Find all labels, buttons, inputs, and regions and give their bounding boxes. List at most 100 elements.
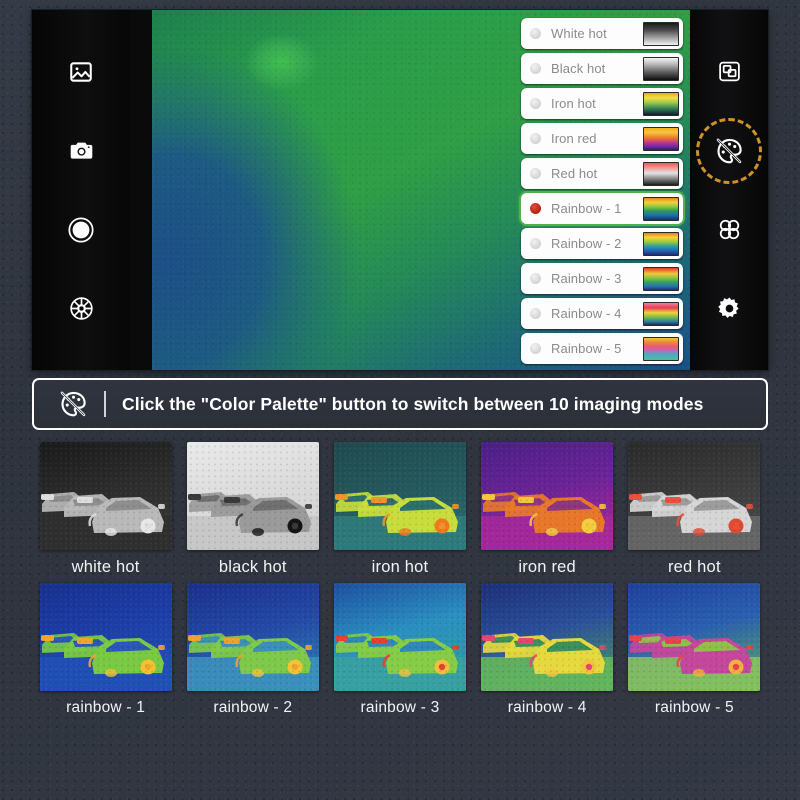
color-palette-icon[interactable] bbox=[696, 117, 762, 184]
viewport-letterbox bbox=[130, 10, 152, 370]
imaging-mode-cell[interactable]: rainbow - 3 bbox=[326, 583, 473, 717]
color-palette-menu: White hot Black hot Iron hot Iron red Red ho… bbox=[521, 18, 683, 364]
thumbnail-noise bbox=[481, 442, 614, 550]
thumbnail-noise bbox=[628, 442, 761, 550]
palette-option-label: Rainbow - 3 bbox=[551, 271, 622, 286]
palette-option[interactable]: Rainbow - 3 bbox=[521, 263, 683, 294]
palette-radio[interactable] bbox=[530, 238, 541, 249]
imaging-mode-row: white hot black hot iron hot iron red re… bbox=[32, 442, 768, 577]
palette-radio[interactable] bbox=[530, 273, 541, 284]
right-toolbar bbox=[690, 10, 768, 370]
imaging-mode-caption: rainbow - 2 bbox=[213, 699, 293, 716]
palette-swatch bbox=[643, 301, 679, 326]
instruction-banner: Click the "Color Palette" button to swit… bbox=[32, 378, 768, 430]
thermal-camera-screen: White hot Black hot Iron hot Iron red Red ho… bbox=[32, 10, 768, 370]
thumbnail-noise bbox=[186, 583, 319, 691]
imaging-mode-cell[interactable]: black hot bbox=[179, 442, 326, 577]
imaging-mode-thumbnail[interactable] bbox=[186, 583, 319, 691]
palette-option-label: Rainbow - 2 bbox=[551, 236, 622, 251]
left-toolbar bbox=[32, 10, 130, 370]
imaging-mode-thumbnail[interactable] bbox=[39, 583, 172, 691]
imaging-mode-caption: rainbow - 1 bbox=[66, 699, 146, 716]
palette-option[interactable]: White hot bbox=[521, 18, 683, 49]
palette-swatch bbox=[643, 231, 679, 256]
palette-option-label: Iron red bbox=[551, 131, 597, 146]
palette-radio[interactable] bbox=[530, 133, 541, 144]
palette-option-label: Iron hot bbox=[551, 96, 596, 111]
palette-radio[interactable] bbox=[530, 308, 541, 319]
thumbnail-noise bbox=[333, 583, 466, 691]
highlight-ring bbox=[696, 117, 762, 184]
palette-radio[interactable] bbox=[530, 28, 541, 39]
imaging-mode-cell[interactable]: red hot bbox=[621, 442, 768, 577]
imaging-mode-caption: iron red bbox=[518, 558, 576, 576]
palette-option-label: Rainbow - 1 bbox=[551, 201, 622, 216]
thumbnail-noise bbox=[628, 583, 761, 691]
palette-swatch bbox=[643, 196, 679, 221]
imaging-mode-cell[interactable]: rainbow - 2 bbox=[179, 583, 326, 717]
imaging-mode-thumbnail[interactable] bbox=[186, 442, 319, 550]
thumbnail-noise bbox=[39, 583, 172, 691]
palette-swatch bbox=[643, 266, 679, 291]
palette-swatch bbox=[643, 56, 679, 81]
imaging-mode-cell[interactable]: rainbow - 1 bbox=[32, 583, 179, 717]
palette-option[interactable]: Black hot bbox=[521, 53, 683, 84]
gallery-icon[interactable] bbox=[61, 52, 101, 92]
palette-option[interactable]: Red hot bbox=[521, 158, 683, 189]
palette-swatch bbox=[643, 21, 679, 46]
camera-icon[interactable] bbox=[61, 131, 101, 171]
thumbnail-noise bbox=[481, 583, 614, 691]
gear-icon[interactable] bbox=[709, 289, 749, 329]
imaging-mode-caption: rainbow - 4 bbox=[507, 699, 587, 716]
imaging-mode-caption: rainbow - 5 bbox=[654, 699, 734, 716]
palette-radio[interactable] bbox=[530, 203, 541, 214]
grid-apps-icon[interactable] bbox=[709, 210, 749, 250]
imaging-mode-caption: black hot bbox=[218, 558, 287, 576]
imaging-mode-caption: rainbow - 3 bbox=[360, 699, 440, 716]
palette-option[interactable]: Rainbow - 2 bbox=[521, 228, 683, 259]
thumbnail-noise bbox=[186, 442, 319, 550]
aperture-icon[interactable] bbox=[61, 289, 101, 329]
palette-option-label: Rainbow - 5 bbox=[551, 341, 622, 356]
imaging-mode-caption: red hot bbox=[667, 558, 721, 576]
palette-radio[interactable] bbox=[530, 63, 541, 74]
imaging-mode-cell[interactable]: iron red bbox=[474, 442, 621, 577]
palette-swatch bbox=[643, 336, 679, 361]
palette-option[interactable]: Rainbow - 4 bbox=[521, 298, 683, 329]
palette-swatch bbox=[643, 126, 679, 151]
imaging-modes-grid: white hot black hot iron hot iron red re… bbox=[32, 442, 768, 717]
palette-option[interactable]: Iron red bbox=[521, 123, 683, 154]
imaging-mode-thumbnail[interactable] bbox=[39, 442, 172, 550]
palette-swatch bbox=[643, 91, 679, 116]
imaging-mode-cell[interactable]: rainbow - 5 bbox=[621, 583, 768, 717]
imaging-mode-thumbnail[interactable] bbox=[628, 442, 761, 550]
imaging-mode-thumbnail[interactable] bbox=[628, 583, 761, 691]
imaging-mode-thumbnail[interactable] bbox=[481, 442, 614, 550]
imaging-mode-cell[interactable]: rainbow - 4 bbox=[474, 583, 621, 717]
palette-option-label: Black hot bbox=[551, 61, 606, 76]
shutter-button[interactable] bbox=[61, 210, 101, 250]
thumbnail-noise bbox=[333, 442, 466, 550]
banner-divider bbox=[104, 391, 106, 417]
imaging-mode-caption: iron hot bbox=[371, 558, 429, 576]
palette-radio[interactable] bbox=[530, 98, 541, 109]
palette-option[interactable]: Rainbow - 5 bbox=[521, 333, 683, 364]
imaging-mode-thumbnail[interactable] bbox=[481, 583, 614, 691]
picture-in-picture-icon[interactable] bbox=[709, 52, 749, 92]
imaging-mode-caption: white hot bbox=[71, 558, 140, 576]
palette-swatch bbox=[643, 161, 679, 186]
palette-option[interactable]: Iron hot bbox=[521, 88, 683, 119]
palette-option-label: White hot bbox=[551, 26, 607, 41]
imaging-mode-cell[interactable]: iron hot bbox=[326, 442, 473, 577]
imaging-mode-cell[interactable]: white hot bbox=[32, 442, 179, 577]
imaging-mode-row: rainbow - 1 rainbow - 2 rainbow - 3 rain… bbox=[32, 583, 768, 717]
thumbnail-noise bbox=[39, 442, 172, 550]
palette-radio[interactable] bbox=[530, 343, 541, 354]
imaging-mode-thumbnail[interactable] bbox=[333, 583, 466, 691]
banner-text: Click the "Color Palette" button to swit… bbox=[122, 393, 704, 414]
palette-radio[interactable] bbox=[530, 168, 541, 179]
palette-option[interactable]: Rainbow - 1 bbox=[521, 193, 683, 224]
palette-option-label: Rainbow - 4 bbox=[551, 306, 622, 321]
color-palette-slash-icon bbox=[56, 387, 90, 421]
imaging-mode-thumbnail[interactable] bbox=[333, 442, 466, 550]
